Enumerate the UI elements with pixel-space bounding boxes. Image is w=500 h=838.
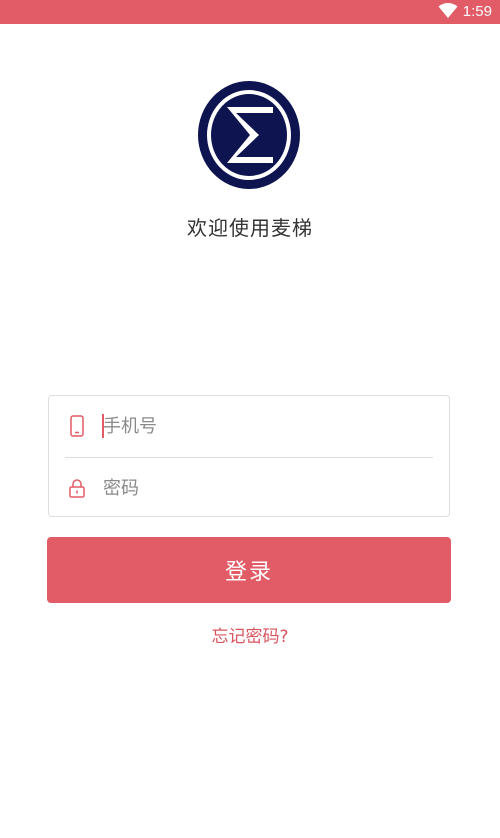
status-time: 1:59: [462, 3, 492, 20]
password-input[interactable]: [103, 468, 433, 508]
lock-icon: [69, 479, 85, 498]
password-field: [49, 458, 449, 518]
welcome-title: 欢迎使用麦梯: [187, 216, 313, 240]
phone-input[interactable]: [103, 406, 433, 446]
text-caret: [102, 414, 104, 438]
phone-field: [49, 396, 449, 456]
wifi-icon: [438, 3, 458, 18]
phone-icon: [70, 415, 84, 437]
forgot-password-link[interactable]: 忘记密码?: [0, 622, 500, 647]
login-form: [48, 395, 450, 517]
status-bar: 1:59: [0, 0, 500, 24]
sigma-logo-icon: [198, 81, 300, 189]
login-button[interactable]: 登录: [47, 537, 451, 603]
